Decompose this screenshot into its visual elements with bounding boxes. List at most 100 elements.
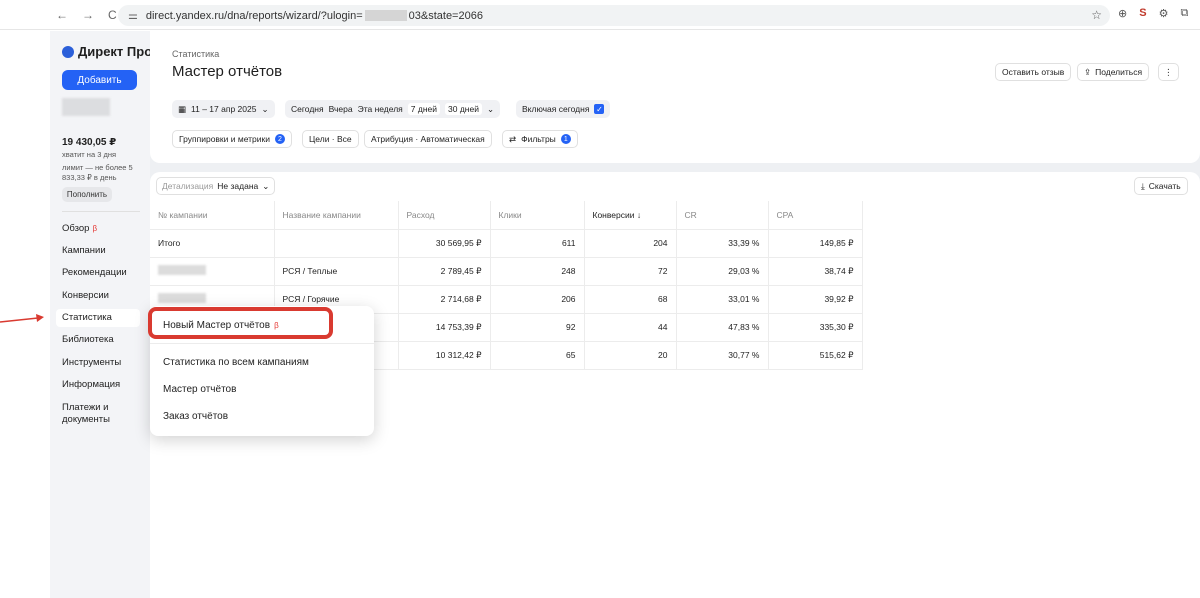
col-cr[interactable]: CR — [676, 201, 769, 230]
chevron-down-icon: ⌄ — [262, 180, 270, 191]
cell-conversions: 68 — [584, 285, 677, 314]
beta-badge: β — [92, 224, 98, 233]
table-row[interactable]: РСЯ / Теплые 2 789,45 ₽ 248 72 29,03 % 3… — [150, 257, 863, 286]
preset-today[interactable]: Сегодня — [291, 104, 324, 114]
attribution-button[interactable]: Атрибуция · Автоматическая — [364, 130, 492, 148]
balance-note: хватит на 3 дня — [62, 150, 117, 159]
more-button[interactable]: ⋮ — [1158, 63, 1179, 81]
calendar-icon: ▦ — [178, 103, 187, 114]
filters-count-badge: 1 — [560, 134, 571, 144]
share-button[interactable]: ⇪ Поделиться — [1077, 63, 1150, 81]
detail-select[interactable]: Детализация Не задана ⌄ — [156, 177, 276, 195]
menu-item-all-campaigns[interactable]: Статистика по всем кампаниям — [163, 357, 309, 368]
cell-cpa: 38,74 ₽ — [768, 257, 863, 286]
chevron-down-icon[interactable]: ⌄ — [487, 104, 494, 115]
sidebar-item-information[interactable]: Информация — [62, 379, 148, 391]
sidebar-item-conversions[interactable]: Конверсии — [62, 290, 148, 302]
add-button[interactable]: Добавить — [62, 70, 137, 90]
download-button[interactable]: ⤓ Скачать — [1134, 177, 1188, 195]
address-bar[interactable]: ⚌ direct.yandex.ru/dna/reports/wizard/?u… — [118, 5, 1110, 26]
share-icon: ⇪ — [1084, 66, 1092, 77]
forward-icon[interactable]: → — [82, 8, 94, 22]
extension-s-icon[interactable]: S — [1139, 7, 1146, 20]
cell-name[interactable]: РСЯ / Теплые — [274, 257, 399, 286]
sidebar-item-recommendations[interactable]: Рекомендации — [62, 267, 148, 279]
cell-spend: 2 714,68 ₽ — [398, 285, 491, 314]
cell-conversions: 20 — [584, 341, 677, 370]
date-range-picker[interactable]: ▦ 11 – 17 апр 2025 ⌄ — [172, 100, 275, 118]
extension-icon[interactable]: ⚙ — [1159, 7, 1169, 20]
download-label: Скачать — [1148, 181, 1181, 191]
sidebar-item-campaigns[interactable]: Кампании — [62, 245, 148, 257]
limit-note: лимит — не более 5 833,33 ₽ в день — [62, 163, 133, 182]
goals-button[interactable]: Цели · Все — [302, 130, 359, 148]
url-prefix: direct.yandex.ru/dna/reports/wizard/?ulo… — [145, 9, 363, 22]
sidebar-item-overview[interactable]: Обзор β — [62, 223, 148, 235]
reload-icon[interactable]: C — [108, 8, 117, 22]
logo[interactable]: Директ Про — [62, 44, 152, 59]
sidebar-item-statistics[interactable]: Статистика — [56, 309, 140, 327]
arrow-annotation-icon — [0, 314, 44, 323]
menu-divider — [150, 343, 374, 344]
cell-cpa: 39,92 ₽ — [768, 285, 863, 314]
checkbox-checked-icon[interactable]: ✓ — [594, 104, 605, 114]
cell-clicks: 248 — [490, 257, 585, 286]
cell-spend: 2 789,45 ₽ — [398, 257, 491, 286]
chevron-down-icon: ⌄ — [261, 103, 269, 114]
cell-cpa: 149,85 ₽ — [768, 229, 863, 258]
cell-cr: 33,01 % — [676, 285, 769, 314]
site-settings-icon[interactable]: ⚌ — [128, 9, 138, 22]
breadcrumb[interactable]: Статистика — [172, 49, 219, 59]
col-campaign-id[interactable]: № кампании — [150, 201, 275, 230]
col-campaign-name[interactable]: Название кампании — [274, 201, 399, 230]
detail-value: Не задана — [217, 181, 259, 191]
cell-conversions: 44 — [584, 313, 677, 342]
sidebar-item-library[interactable]: Библиотека — [62, 334, 148, 346]
cell-cr: 30,77 % — [676, 341, 769, 370]
col-conversions[interactable]: Конверсии ↓ — [584, 201, 677, 230]
refill-button[interactable]: Пополнить — [62, 187, 112, 202]
sidebar-divider — [62, 211, 140, 212]
filter-sliders-icon: ⇄ — [509, 133, 517, 144]
globe-icon[interactable]: ⊕ — [1118, 7, 1127, 20]
cell-total-label: Итого — [150, 229, 275, 258]
preset-yesterday[interactable]: Вчера — [329, 104, 353, 114]
balance: 19 430,05 ₽ — [62, 137, 117, 148]
col-clicks[interactable]: Клики — [490, 201, 585, 230]
cell-clicks: 206 — [490, 285, 585, 314]
col-spend[interactable]: Расход — [398, 201, 491, 230]
date-range-label: 11 – 17 апр 2025 — [191, 104, 257, 114]
sidebar-item-tools[interactable]: Инструменты — [62, 357, 148, 369]
grouping-metrics-button[interactable]: Группировки и метрики 2 — [172, 130, 292, 148]
direct-logo-icon — [62, 45, 74, 58]
redacted-id — [158, 265, 206, 275]
grouping-count-badge: 2 — [275, 134, 285, 144]
sidebar-item-payments[interactable]: Платежи и документы — [62, 402, 148, 426]
back-icon[interactable]: ← — [56, 8, 68, 22]
include-today-toggle[interactable]: Включая сегодня ✓ — [516, 100, 611, 118]
cell-cpa: 515,62 ₽ — [768, 341, 863, 370]
share-label: Поделиться — [1095, 67, 1143, 77]
feedback-button[interactable]: Оставить отзыв — [995, 63, 1072, 81]
download-icon: ⤓ — [1141, 180, 1145, 191]
preset-30-days[interactable]: 30 дней — [445, 103, 482, 115]
preset-this-week[interactable]: Эта неделя — [358, 104, 403, 114]
statistics-menu: Новый Мастер отчётов β Статистика по всем… — [150, 306, 374, 436]
menu-item-new-wizard[interactable]: Новый Мастер отчётов β — [163, 320, 279, 331]
menu-item-wizard[interactable]: Мастер отчётов — [163, 384, 236, 395]
grouping-label: Группировки и метрики — [179, 134, 270, 144]
browser-toolbar: ← → C ⚌ direct.yandex.ru/dna/reports/wiz… — [0, 0, 1200, 30]
col-cpa[interactable]: CPA — [768, 201, 863, 230]
bookmark-star-icon[interactable]: ☆ — [1091, 8, 1102, 22]
preset-7-days[interactable]: 7 дней — [407, 103, 440, 115]
page-title: Мастер отчётов — [172, 63, 283, 80]
beta-badge: β — [274, 321, 279, 330]
account-name-redacted — [62, 98, 110, 116]
filters-button[interactable]: ⇄ Фильтры 1 — [502, 130, 578, 148]
puzzle-icon[interactable]: ⧉ — [1180, 7, 1188, 20]
cell-spend: 10 312,42 ₽ — [398, 341, 491, 370]
redacted-id — [158, 293, 206, 303]
cell-spend: 30 569,95 ₽ — [398, 229, 491, 258]
table-row-total: Итого 30 569,95 ₽ 611 204 33,39 % 149,85… — [150, 229, 863, 258]
menu-item-order-reports[interactable]: Заказ отчётов — [163, 411, 228, 422]
